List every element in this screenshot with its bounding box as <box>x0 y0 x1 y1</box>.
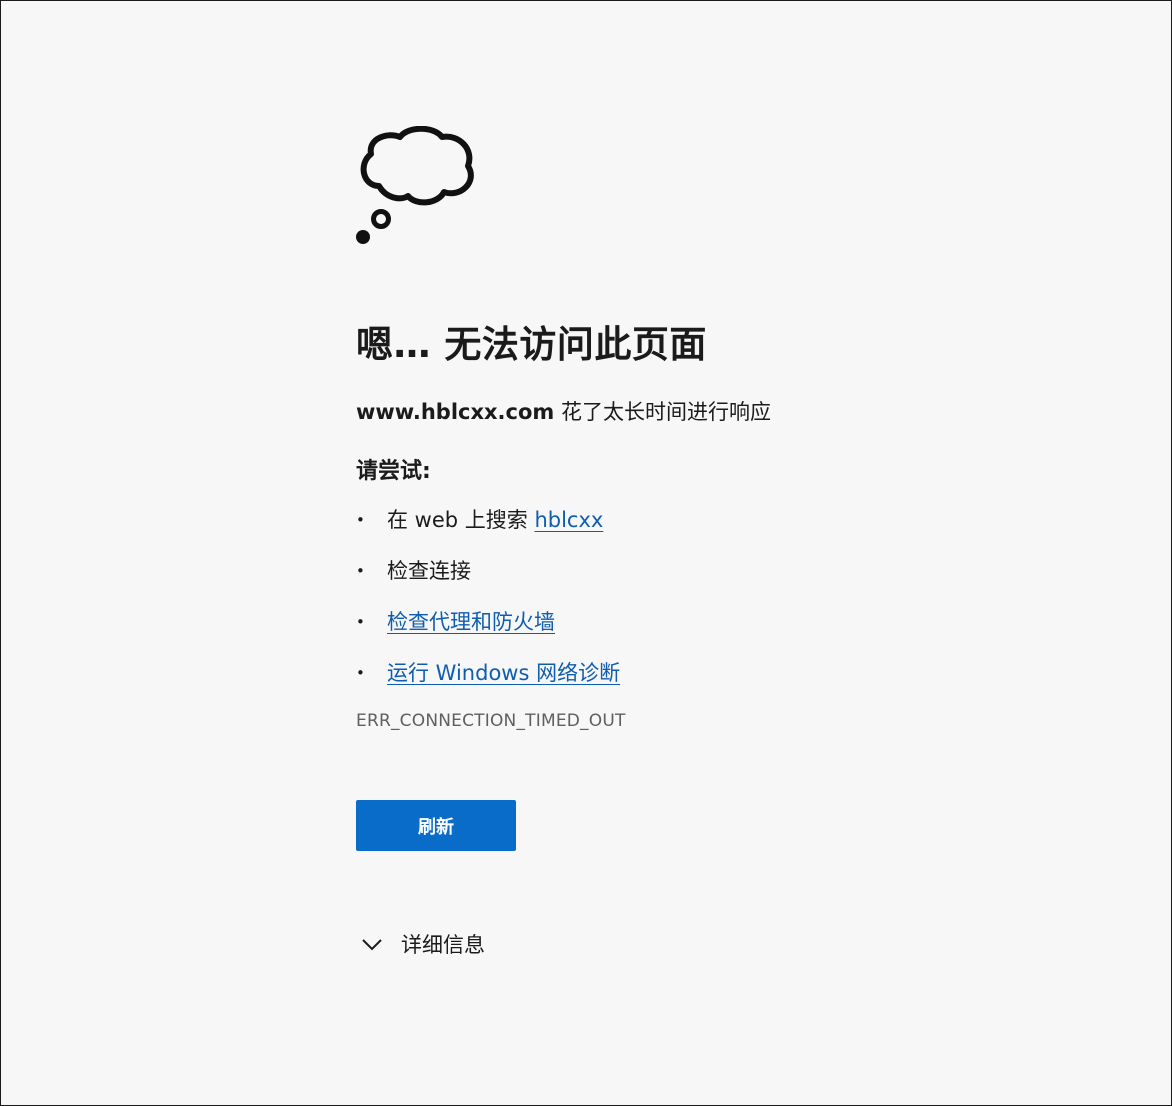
suggestion-list: • 在 web 上搜索 hblcxx • 检查连接 • 检查代理和防火墙 • 运… <box>356 505 976 688</box>
error-page: 嗯… 无法访问此页面 www.hblcxx.com 花了太长时间进行响应 请尝试… <box>356 125 976 960</box>
bullet: • <box>356 511 365 529</box>
suggestion-check-connection-text: 检查连接 <box>387 559 471 583</box>
refresh-button[interactable]: 刷新 <box>356 800 516 851</box>
search-web-link[interactable]: hblcxx <box>534 508 603 532</box>
error-description: www.hblcxx.com 花了太长时间进行响应 <box>356 397 976 427</box>
thought-cloud-icon <box>356 125 476 248</box>
run-network-diagnostics-link[interactable]: 运行 Windows 网络诊断 <box>387 661 620 685</box>
suggestion-proxy-firewall: • 检查代理和防火墙 <box>356 607 976 637</box>
bullet: • <box>356 562 365 580</box>
site-host: www.hblcxx.com <box>356 400 555 424</box>
error-code: ERR_CONNECTION_TIMED_OUT <box>356 711 626 731</box>
error-message: 花了太长时间进行响应 <box>560 400 771 424</box>
details-label: 详细信息 <box>401 933 485 957</box>
page-title: 嗯… 无法访问此页面 <box>356 323 707 366</box>
suggestion-check-connection: • 检查连接 <box>356 556 976 586</box>
bullet: • <box>356 613 365 631</box>
try-label: 请尝试: <box>356 459 431 484</box>
details-toggle[interactable]: 详细信息 <box>356 930 976 960</box>
chevron-down-icon <box>356 930 390 960</box>
check-proxy-firewall-link[interactable]: 检查代理和防火墙 <box>387 610 555 634</box>
suggestion-search: • 在 web 上搜索 hblcxx <box>356 505 976 535</box>
suggestion-network-diagnostics: • 运行 Windows 网络诊断 <box>356 658 976 688</box>
bullet: • <box>356 664 365 682</box>
suggestion-search-text: 在 web 上搜索 <box>387 508 535 532</box>
